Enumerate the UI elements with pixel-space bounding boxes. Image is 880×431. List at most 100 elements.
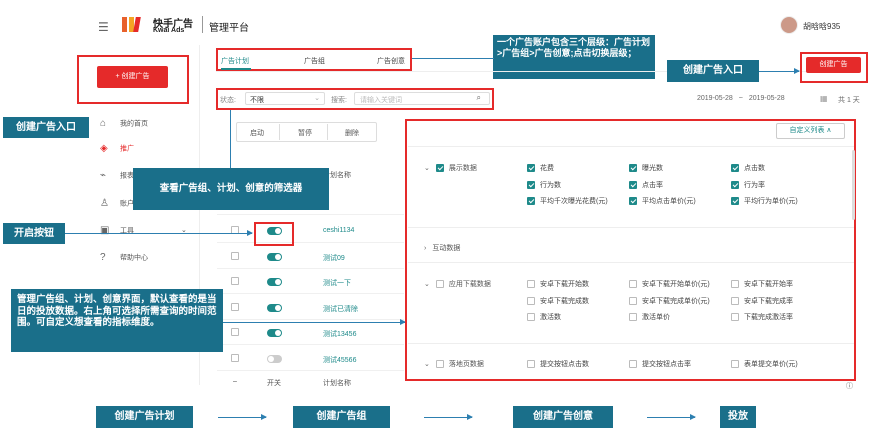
status-select[interactable]: 不限 ⌄ [245, 92, 325, 105]
metric-group-2[interactable]: ⌄ 应用下载数据 [424, 279, 491, 289]
metric-checkbox-item[interactable]: 表单提交单价(元) [731, 359, 798, 369]
group-checkbox[interactable] [435, 360, 444, 369]
sidebar-item-help[interactable]: ? 帮助中心 [100, 252, 148, 263]
status-toggle[interactable] [267, 329, 282, 337]
row-checkbox[interactable] [231, 353, 239, 362]
enable-annotation: 开启按钮 [3, 223, 65, 244]
metric-checkbox[interactable] [629, 296, 637, 305]
metric-checkbox-item[interactable]: 行为率 [731, 180, 765, 190]
metric-checkbox-item[interactable]: 曝光数 [629, 163, 663, 173]
status-toggle[interactable] [267, 278, 282, 286]
metric-checkbox[interactable] [527, 360, 535, 369]
user-name[interactable]: 胡晗晗935 [803, 21, 840, 32]
status-toggle[interactable] [267, 354, 282, 363]
metric-group-1[interactable]: › 互动数据 [424, 243, 460, 253]
metric-checkbox-item[interactable]: 安卓下载完成单价(元) [629, 296, 710, 306]
metric-checkbox[interactable] [731, 180, 739, 189]
metric-checkbox[interactable] [731, 280, 739, 289]
table-row: 测试45566 [217, 346, 404, 371]
row-checkbox[interactable] [231, 277, 239, 285]
brand-en: Kwai Ads [153, 27, 185, 34]
footer-name: 计划名称 [323, 380, 351, 387]
metric-checkbox-item[interactable]: 平均行为单价(元) [731, 196, 798, 206]
metric-checkbox-item[interactable]: 安卓下载完成数 [527, 296, 589, 306]
pause-button[interactable]: 暂停 [298, 128, 312, 138]
metric-checkbox[interactable] [731, 164, 739, 173]
expand-icon[interactable]: ⌄ [424, 361, 430, 368]
menu-icon[interactable]: ☰ [98, 20, 109, 34]
metric-checkbox-item[interactable]: 安卓下载开始数 [527, 279, 589, 289]
sidebar-item-account[interactable]: ♙ 账户 [100, 198, 134, 209]
expand-icon[interactable]: › [424, 245, 426, 252]
metric-checkbox[interactable] [527, 180, 535, 189]
scrollbar[interactable] [852, 150, 855, 220]
metric-checkbox[interactable] [731, 360, 739, 369]
metric-checkbox[interactable] [527, 313, 535, 322]
metric-checkbox-item[interactable]: 点击率 [629, 180, 663, 190]
metric-checkbox[interactable] [629, 180, 637, 189]
metric-checkbox[interactable] [527, 164, 535, 173]
metric-checkbox-item[interactable]: 平均千次曝光花费(元) [527, 196, 608, 206]
tab-plan-underline [221, 68, 251, 70]
plan-name-link[interactable]: 测试一下 [323, 278, 351, 288]
tab-creative[interactable]: 广告创意 [377, 56, 405, 66]
tab-plan[interactable]: 广告计划 [221, 56, 249, 66]
delete-button[interactable]: 删除 [345, 128, 359, 138]
start-button[interactable]: 启动 [250, 128, 264, 138]
search-icon: ⌕ [476, 93, 481, 102]
metric-checkbox-item[interactable]: 花费 [527, 163, 554, 173]
group-checkbox[interactable] [435, 280, 444, 289]
metric-checkbox-item[interactable]: 激活单价 [629, 312, 670, 322]
metric-checkbox-item[interactable]: 提交按钮点击数 [527, 359, 589, 369]
create-ad-button[interactable]: 创建广告 [806, 57, 861, 73]
sidebar-item-promote[interactable]: ◈ 推广 [100, 143, 134, 154]
metric-checkbox-item[interactable]: 激活数 [527, 312, 561, 322]
avatar[interactable] [780, 16, 798, 34]
metric-checkbox[interactable] [629, 360, 637, 369]
calendar-icon[interactable]: ▦ [820, 94, 828, 103]
status-toggle[interactable] [267, 303, 282, 312]
row-checkbox[interactable] [231, 251, 239, 260]
metric-checkbox-item[interactable]: 点击数 [731, 163, 765, 173]
metric-checkbox[interactable] [731, 197, 739, 206]
metric-checkbox-item[interactable]: 下载完成激活率 [731, 312, 793, 322]
row-checkbox[interactable] [231, 302, 239, 311]
metric-checkbox-item[interactable]: 安卓下载开始单价(元) [629, 279, 710, 289]
metric-checkbox[interactable] [629, 313, 637, 322]
metric-group-3[interactable]: ⌄ 落地页数据 [424, 359, 484, 369]
metric-checkbox[interactable] [527, 296, 535, 305]
metric-checkbox[interactable] [527, 197, 535, 206]
sidebar-item-report[interactable]: ⌁ 报表 [100, 170, 134, 181]
metric-checkbox[interactable] [629, 280, 637, 289]
plan-name-link[interactable]: 测试已清除 [323, 304, 358, 314]
metric-checkbox-item[interactable]: 提交按钮点击率 [629, 359, 691, 369]
hierarchy-annotation: 一个广告账户包含三个层级：广告计划>广告组>广告创意;点击切换层级； [493, 35, 655, 79]
expand-icon[interactable]: ⌄ [424, 165, 430, 172]
metric-checkbox[interactable] [731, 296, 739, 305]
sidebar-item-home[interactable]: ⌂ 我的首页 [100, 118, 148, 129]
plan-name-link[interactable]: ceshi1134 [323, 227, 354, 234]
table-row: 测试13456 [217, 320, 404, 345]
metric-checkbox[interactable] [527, 280, 535, 289]
expand-icon[interactable]: ⌄ [424, 281, 430, 288]
plan-name-link[interactable]: 测试09 [323, 253, 345, 263]
metric-checkbox-item[interactable]: 安卓下载完成率 [731, 296, 793, 306]
sidebar-create-button[interactable]: + 创建广告 [97, 66, 168, 88]
plan-name-link[interactable]: 测试13456 [323, 329, 356, 339]
custom-columns-button[interactable]: 自定义列表 ∧ [776, 123, 845, 139]
status-toggle[interactable] [267, 252, 282, 261]
metric-checkbox[interactable] [629, 197, 637, 206]
metric-checkbox-item[interactable]: 安卓下载开始率 [731, 279, 793, 289]
metric-group-0[interactable]: ⌄ 展示数据 [424, 163, 477, 173]
row-checkbox[interactable] [231, 328, 239, 336]
search-input[interactable]: 请输入关键词 ⌕ [354, 92, 490, 105]
sidebar-item-tools[interactable]: ▣ 工具 ⌄ [100, 225, 187, 236]
group-checkbox[interactable] [435, 164, 444, 173]
metric-checkbox-item[interactable]: 平均点击单价(元) [629, 196, 696, 206]
plan-name-link[interactable]: 测试45566 [323, 355, 356, 365]
date-range[interactable]: 2019-05-28 ~ 2019-05-28 [697, 95, 785, 102]
metric-checkbox[interactable] [731, 313, 739, 322]
tab-group[interactable]: 广告组 [304, 56, 325, 66]
metric-checkbox[interactable] [629, 164, 637, 173]
metric-checkbox-item[interactable]: 行为数 [527, 180, 561, 190]
